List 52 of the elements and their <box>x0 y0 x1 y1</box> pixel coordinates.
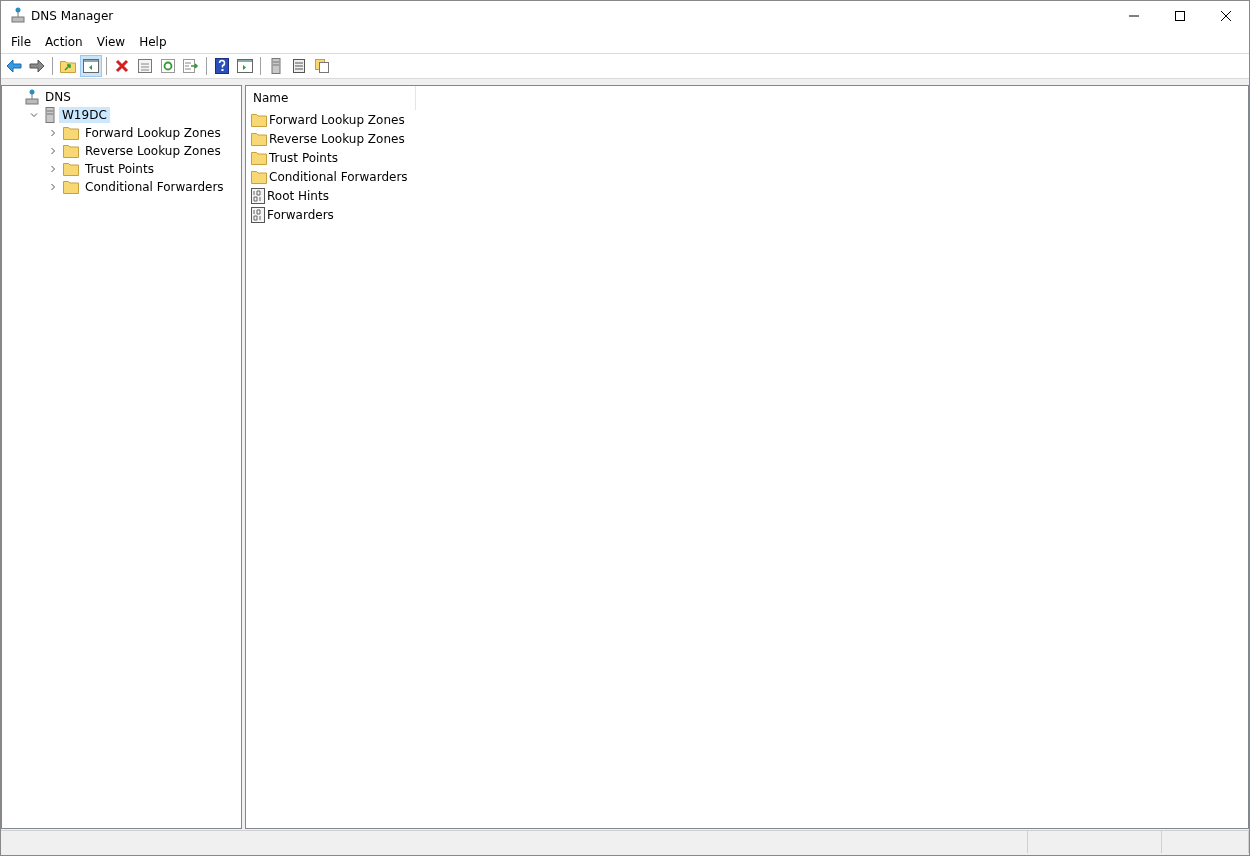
expand-chevron-icon[interactable] <box>49 183 57 191</box>
list-item[interactable]: Forward Lookup Zones <box>269 112 405 127</box>
list-item[interactable]: Reverse Lookup Zones <box>269 131 405 146</box>
list-item[interactable]: Forwarders <box>267 207 334 222</box>
folder-icon <box>251 150 267 165</box>
action-pane-icon <box>237 59 253 73</box>
list-item[interactable]: Conditional Forwarders <box>269 169 408 184</box>
collapse-chevron-icon[interactable] <box>30 111 38 119</box>
server-icon <box>270 58 282 74</box>
properties-icon <box>138 59 152 73</box>
network-icon <box>11 6 25 23</box>
folder-icon <box>251 169 267 184</box>
folder-icon <box>63 144 79 158</box>
menu-item[interactable]: Help <box>132 33 174 51</box>
maximize-icon <box>1175 11 1185 21</box>
close-icon <box>1221 11 1231 21</box>
tree-item[interactable]: Reverse Lookup Zones <box>82 143 224 159</box>
list-item[interactable]: Root Hints <box>267 188 329 203</box>
expand-chevron-icon[interactable] <box>49 165 57 173</box>
network-icon <box>25 89 39 105</box>
menu-item[interactable]: File <box>4 33 39 51</box>
menu-item[interactable]: View <box>89 33 133 51</box>
tree-item[interactable]: Forward Lookup Zones <box>82 125 224 141</box>
folder-up-icon <box>60 59 76 73</box>
server-icon <box>44 107 56 123</box>
window-title: DNS Manager <box>31 9 114 23</box>
delete-icon <box>115 59 129 73</box>
folder-icon <box>63 162 79 176</box>
folder-icon <box>251 112 267 127</box>
folder-icon <box>63 180 79 194</box>
help-icon <box>215 58 229 74</box>
folder-icon <box>251 131 267 146</box>
export-list-icon <box>183 59 199 73</box>
back-arrow-icon <box>6 59 22 73</box>
list-item[interactable]: Trust Points <box>269 150 338 165</box>
binary-file-icon <box>251 187 265 204</box>
tree-item[interactable]: W19DC <box>59 107 110 123</box>
console-tree-icon <box>83 59 99 73</box>
tree-item[interactable]: DNS <box>42 89 74 105</box>
binary-file-icon <box>251 206 265 223</box>
folder-icon <box>63 126 79 140</box>
column-header[interactable]: Name <box>246 86 416 110</box>
copy-icon <box>315 59 329 73</box>
toolbar-button[interactable] <box>80 55 102 77</box>
tree-item[interactable]: Trust Points <box>82 161 157 177</box>
forward-arrow-icon <box>29 59 45 73</box>
refresh-icon <box>161 59 175 73</box>
menu-item[interactable]: Action <box>38 33 90 51</box>
expand-chevron-icon[interactable] <box>49 147 57 155</box>
tree-item[interactable]: Conditional Forwarders <box>82 179 227 195</box>
expand-chevron-icon[interactable] <box>49 129 57 137</box>
list-icon <box>293 59 305 73</box>
